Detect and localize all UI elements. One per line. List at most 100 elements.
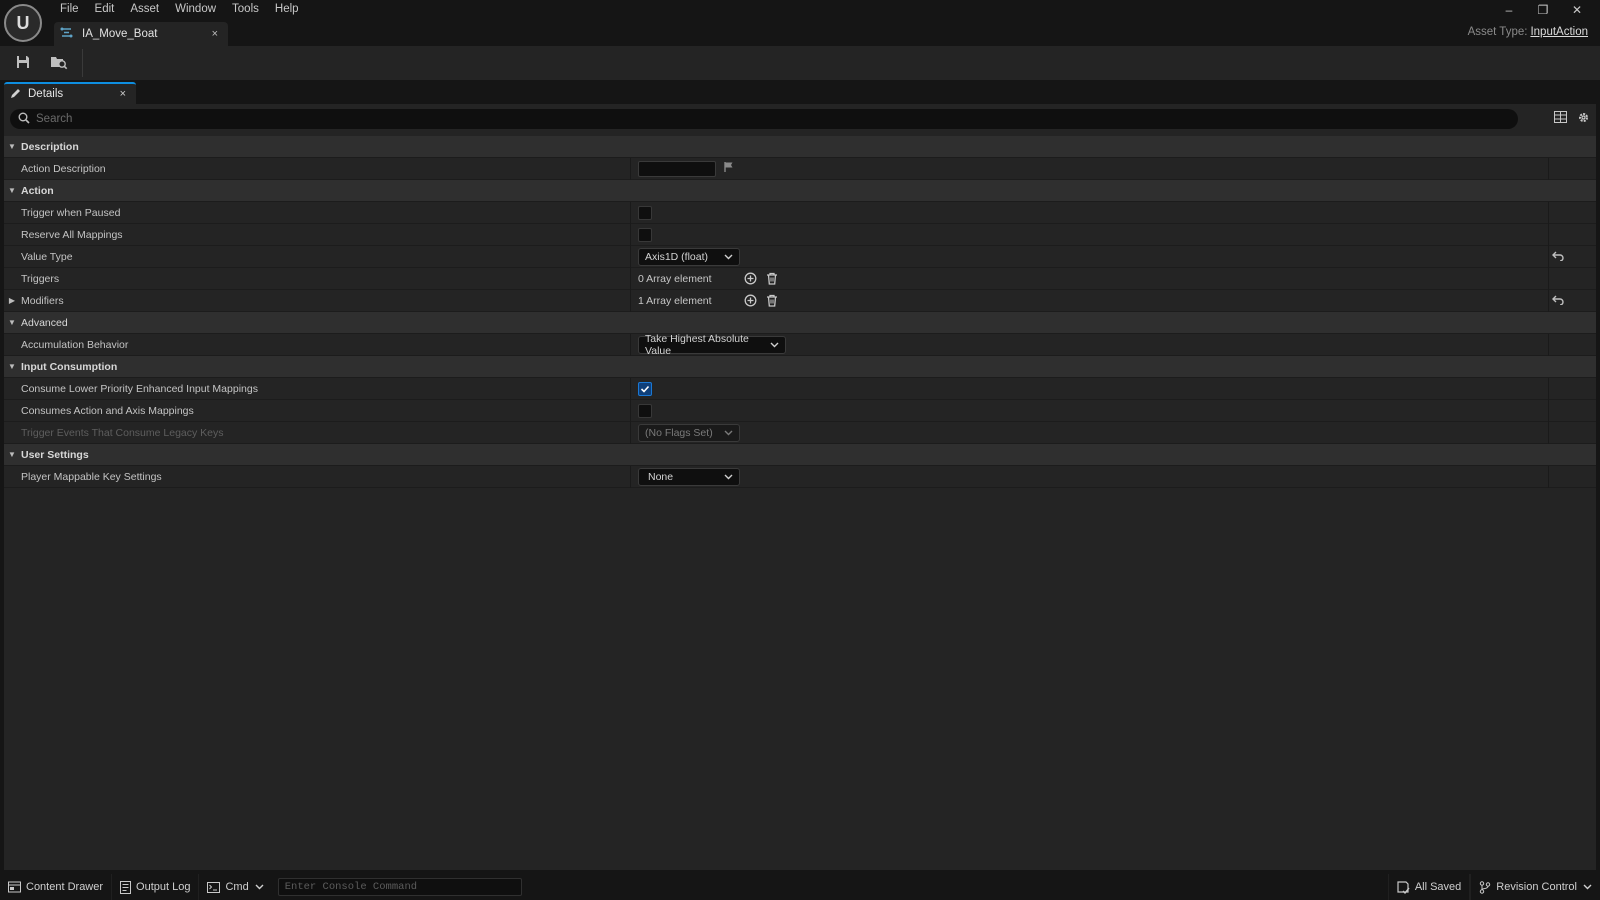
reserve-all-mappings-checkbox[interactable]	[638, 227, 652, 242]
trash-icon[interactable]	[762, 270, 782, 288]
chevron-down-icon	[255, 881, 264, 893]
column-divider[interactable]	[630, 246, 631, 268]
category-user-settings[interactable]: ▼ User Settings	[4, 444, 1596, 466]
column-divider	[1548, 422, 1549, 444]
consume-lower-priority-checkbox[interactable]	[638, 381, 652, 396]
row-action-description: Action Description	[4, 158, 1596, 180]
saved-icon	[1397, 880, 1410, 894]
row-player-mappable-key-settings: Player Mappable Key Settings None	[4, 466, 1596, 488]
reset-to-default-icon[interactable]	[1552, 251, 1564, 264]
column-divider[interactable]	[630, 466, 631, 488]
column-divider[interactable]	[630, 268, 631, 290]
category-input-consumption[interactable]: ▼ Input Consumption	[4, 356, 1596, 378]
chevron-down-icon	[724, 427, 733, 439]
add-element-icon[interactable]	[740, 292, 760, 310]
row-consumes-action-axis: Consumes Action and Axis Mappings	[4, 400, 1596, 422]
search-box[interactable]	[10, 109, 1518, 129]
all-saved-button[interactable]: All Saved	[1387, 874, 1471, 900]
column-divider[interactable]	[630, 400, 631, 422]
toolbar	[0, 46, 1600, 80]
column-divider	[1548, 290, 1549, 312]
property-label: Reserve All Mappings	[21, 228, 123, 241]
revision-control-button[interactable]: Revision Control	[1470, 874, 1600, 900]
category-label: Advanced	[21, 316, 68, 329]
search-input[interactable]	[36, 113, 1436, 125]
close-window-button[interactable]: ✕	[1560, 0, 1594, 20]
expand-arrow-icon[interactable]: ▼	[7, 362, 17, 371]
category-advanced[interactable]: ▼ Advanced	[4, 312, 1596, 334]
menu-window[interactable]: Window	[167, 0, 224, 20]
player-mappable-key-settings-dropdown[interactable]: None	[638, 467, 740, 486]
asset-type-link[interactable]: InputAction	[1530, 26, 1588, 38]
pencil-icon	[10, 87, 22, 102]
output-log-button[interactable]: Output Log	[112, 874, 200, 900]
cmd-label: Cmd	[225, 881, 249, 893]
row-value-type: Value Type Axis1D (float)	[4, 246, 1596, 268]
menu-edit[interactable]: Edit	[87, 0, 123, 20]
property-matrix-icon[interactable]	[1554, 111, 1567, 127]
expand-arrow-icon[interactable]: ▼	[7, 142, 17, 151]
column-divider	[1548, 268, 1549, 290]
menu-tools[interactable]: Tools	[224, 0, 267, 20]
minimize-button[interactable]: –	[1492, 0, 1526, 20]
trigger-when-paused-checkbox[interactable]	[638, 205, 652, 220]
trash-icon[interactable]	[762, 292, 782, 310]
accumulation-behavior-dropdown[interactable]: Take Highest Absolute Value	[638, 333, 786, 357]
category-label: Input Consumption	[21, 360, 118, 373]
dropdown-value: (No Flags Set)	[645, 426, 713, 439]
close-tab-icon[interactable]: ×	[212, 28, 218, 40]
search-row	[4, 104, 1596, 136]
category-action[interactable]: ▼ Action	[4, 180, 1596, 202]
row-modifiers[interactable]: ▶ Modifiers 1 Array element	[4, 290, 1596, 312]
browse-to-asset-button[interactable]	[44, 49, 74, 77]
cmd-selector[interactable]: Cmd	[199, 874, 271, 900]
content-drawer-button[interactable]: Content Drawer	[0, 874, 113, 900]
category-description[interactable]: ▼ Description	[4, 136, 1596, 158]
column-divider[interactable]	[630, 422, 631, 444]
column-divider[interactable]	[630, 158, 631, 180]
value-cell: 0 Array element	[638, 268, 784, 290]
trigger-events-legacy-dropdown: (No Flags Set)	[638, 423, 740, 442]
add-element-icon[interactable]	[740, 270, 760, 288]
column-divider[interactable]	[630, 290, 631, 312]
asset-tab[interactable]: IA_Move_Boat ×	[54, 22, 228, 46]
array-count: 1 Array element	[638, 294, 712, 307]
expand-arrow-icon[interactable]: ▼	[7, 318, 17, 327]
chevron-down-icon	[1583, 881, 1592, 893]
category-label: Description	[21, 140, 79, 153]
column-divider	[1548, 466, 1549, 488]
console-command-input[interactable]	[277, 878, 522, 896]
save-button[interactable]	[8, 49, 38, 77]
value-type-dropdown[interactable]: Axis1D (float)	[638, 247, 740, 266]
unreal-logo-icon[interactable]: U	[4, 4, 42, 42]
expand-arrow-icon[interactable]: ▶	[7, 296, 17, 305]
consumes-action-axis-checkbox[interactable]	[638, 403, 652, 418]
column-divider[interactable]	[630, 378, 631, 400]
column-divider[interactable]	[630, 334, 631, 356]
gear-icon[interactable]	[1577, 111, 1590, 127]
row-reserve-all-mappings: Reserve All Mappings	[4, 224, 1596, 246]
restore-button[interactable]: ❐	[1526, 0, 1560, 20]
column-divider	[1548, 334, 1549, 356]
expand-arrow-icon[interactable]: ▼	[7, 450, 17, 459]
action-description-field[interactable]	[638, 160, 716, 177]
value-cell	[638, 202, 652, 224]
toolbar-separator	[82, 49, 83, 77]
property-label: Modifiers	[21, 294, 64, 307]
reset-to-default-icon[interactable]	[1552, 295, 1564, 308]
output-log-icon	[120, 880, 132, 894]
details-tab[interactable]: Details ×	[4, 82, 136, 104]
property-label: Trigger Events That Consume Legacy Keys	[21, 426, 224, 439]
dropdown-value: Axis1D (float)	[645, 250, 709, 263]
column-divider[interactable]	[630, 224, 631, 246]
expand-arrow-icon[interactable]: ▼	[7, 186, 17, 195]
close-details-icon[interactable]: ×	[120, 88, 126, 100]
menu-help[interactable]: Help	[267, 0, 307, 20]
chevron-down-icon	[724, 471, 733, 483]
value-cell	[638, 400, 652, 422]
menu-asset[interactable]: Asset	[122, 0, 167, 20]
column-divider[interactable]	[630, 202, 631, 224]
menu-file[interactable]: File	[52, 0, 87, 20]
property-label: Consume Lower Priority Enhanced Input Ma…	[21, 382, 258, 395]
localization-flag-icon[interactable]	[724, 161, 735, 176]
